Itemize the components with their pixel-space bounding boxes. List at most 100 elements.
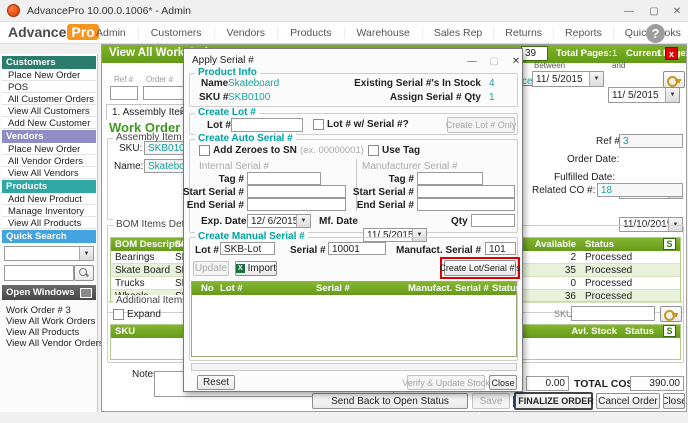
cancel-order-button[interactable]: Cancel Order — [596, 393, 660, 409]
order-close-button[interactable]: Close — [663, 393, 685, 409]
chevron-down-icon[interactable]: ▼ — [589, 72, 603, 86]
manu-tag-input[interactable] — [417, 172, 483, 185]
sidebar-item-all-vendor-orders[interactable]: All Vendor Orders — [2, 155, 96, 167]
internal-end-input[interactable] — [247, 198, 346, 211]
date-to-picker[interactable]: 11/ 5/2015 ▼ — [608, 87, 680, 103]
open-window-item-2[interactable]: View All Work Orders — [6, 316, 95, 327]
window-maximize-button[interactable]: ▢ — [645, 4, 663, 18]
open-window-item-3[interactable]: View All Products — [6, 327, 79, 338]
sidebar-item-add-new-product[interactable]: Add New Product — [2, 193, 96, 205]
date-from-picker[interactable]: 11/ 5/2015 ▼ — [532, 71, 604, 87]
order-number-box[interactable]: 39 — [521, 46, 548, 61]
sku-search-button[interactable] — [660, 306, 682, 322]
serial-col-manu: Manufact. Serial # — [408, 283, 489, 294]
manual-serial-input[interactable]: 10001 — [328, 242, 386, 255]
serial-table-scroll-strip[interactable] — [191, 363, 517, 371]
internal-tag-input[interactable] — [247, 172, 321, 185]
sidebar-item-view-all-customers[interactable]: View All Customers — [2, 105, 96, 117]
lot-number-label: Lot # — [207, 120, 231, 131]
expand-checkbox[interactable] — [113, 309, 124, 320]
save-button[interactable]: Save — [472, 393, 510, 409]
open-window-item-4[interactable]: View All Vendor Orders — [6, 338, 104, 349]
excel-glyph: X — [238, 265, 243, 272]
manu-start-input[interactable] — [417, 185, 515, 198]
add-zeroes-checkbox[interactable] — [199, 145, 210, 156]
menu-item-warehouse[interactable]: Warehouse — [345, 27, 423, 39]
serial-table-header: No Lot # Serial # Manufact. Serial # Sta… — [192, 282, 516, 295]
add-col-status: Status — [625, 326, 654, 337]
sidebar-header-products: Products — [2, 180, 96, 193]
sidebar-item-view-all-products[interactable]: View All Products — [2, 217, 96, 229]
exp-date-picker[interactable]: 12/ 6/2015 ▼ — [247, 214, 311, 228]
sidebar-item-manage-inventory[interactable]: Manage Inventory — [2, 205, 96, 217]
manual-serial-label: Serial # — [290, 245, 326, 256]
manual-manu-label: Manufact. Serial # — [396, 245, 481, 256]
open-window-item-1[interactable]: Work Order # 3 — [6, 305, 71, 316]
ref-number-input[interactable] — [110, 86, 138, 100]
create-lot-serial-button[interactable]: Create Lot/Serial #'s — [444, 260, 516, 276]
send-back-button[interactable]: Send Back to Open Status — [312, 393, 468, 409]
page-close-button[interactable]: x — [665, 47, 678, 60]
serial-col-serial: Serial # — [316, 283, 350, 294]
use-tag-checkbox[interactable] — [368, 145, 379, 156]
lot-number-input[interactable] — [231, 118, 303, 132]
manual-manu-input[interactable]: 101 — [485, 242, 516, 255]
verify-update-stock-button[interactable]: Verify & Update Stock — [407, 375, 485, 390]
window-minimize-button[interactable]: — — [620, 4, 638, 18]
serial-badge-icon: S — [663, 238, 676, 250]
sidebar-item-place-new-order[interactable]: Place New Order — [2, 69, 96, 81]
dialog-minimize-button[interactable]: — — [463, 54, 481, 68]
menu-item-admin[interactable]: Admin — [84, 27, 139, 39]
related-co-label: Related CO #: — [532, 185, 595, 196]
sidebar-item-pos[interactable]: POS — [2, 81, 96, 93]
help-icon[interactable]: ? — [646, 24, 665, 43]
chevron-down-icon[interactable]: ▼ — [665, 88, 679, 102]
finalize-order-button[interactable]: FINALIZE ORDER — [514, 392, 593, 410]
dialog-close-button[interactable]: ✕ — [507, 54, 525, 68]
sidebar-item-add-new-customer[interactable]: Add New Customer — [2, 117, 96, 129]
menubar: AdvancePro Admin Customers Vendors Produ… — [0, 22, 688, 44]
serial-table: No Lot # Serial # Manufact. Serial # Sta… — [191, 281, 517, 357]
dialog-close-action-button[interactable]: Close — [489, 375, 517, 390]
total-pages-value: 1 — [612, 48, 617, 59]
manu-end-input[interactable] — [417, 198, 515, 211]
date-search-button[interactable] — [663, 71, 685, 88]
lot-with-serial-checkbox[interactable] — [313, 119, 324, 130]
manu-start-label: Start Serial # — [348, 187, 414, 198]
red-x-glyph: x — [669, 49, 674, 59]
quick-search-button[interactable] — [74, 265, 94, 281]
import-button[interactable]: X Import — [235, 261, 277, 276]
quick-search-input[interactable] — [4, 265, 74, 281]
bom-status: Processed — [585, 265, 632, 276]
total-cost-field: 390.00 — [630, 376, 684, 391]
qty-input[interactable] — [471, 214, 515, 227]
menu-item-returns[interactable]: Returns — [494, 27, 554, 39]
sku-search-input[interactable] — [571, 306, 655, 321]
chevron-down-icon[interactable]: ▼ — [79, 247, 93, 260]
reset-button[interactable]: Reset — [197, 375, 235, 390]
order-number-input[interactable] — [143, 86, 188, 100]
sidebar-item-vendor-place-new-order[interactable]: Place New Order — [2, 143, 96, 155]
menu-item-reports[interactable]: Reports — [554, 27, 614, 39]
create-lot-only-button[interactable]: Create Lot # Only — [447, 117, 515, 133]
create-lot-only-label: Create Lot # Only — [446, 120, 517, 130]
window-close-button[interactable]: ✕ — [668, 4, 686, 18]
menu-item-salesrep[interactable]: Sales Rep — [423, 27, 494, 39]
dialog-close-action-label: Close — [491, 378, 514, 388]
update-button[interactable]: Update — [193, 261, 229, 276]
sidebar-item-all-customer-orders[interactable]: All Customer Orders — [2, 93, 96, 105]
quick-search-dropdown[interactable]: ▼ — [4, 246, 94, 261]
dialog-maximize-button[interactable]: ▢ — [485, 54, 503, 68]
menu-item-customers[interactable]: Customers — [139, 27, 215, 39]
ref-field-value: 3 — [619, 134, 683, 148]
menu-item-vendors[interactable]: Vendors — [215, 27, 279, 39]
sidebar-item-view-all-vendors[interactable]: View All Vendors — [2, 167, 96, 179]
chevron-down-icon[interactable]: ▼ — [296, 215, 310, 227]
menu-items: Admin Customers Vendors Products Warehou… — [84, 22, 688, 44]
internal-start-input[interactable] — [247, 185, 346, 198]
add-col-stock: Avl. Stock — [531, 326, 617, 337]
menu-item-products[interactable]: Products — [278, 27, 344, 39]
create-lot-caption: Create Lot # — [195, 107, 259, 118]
exp-date-value: 12/ 6/2015 — [251, 216, 298, 227]
manual-lot-input[interactable]: SKB-Lot — [220, 242, 275, 255]
